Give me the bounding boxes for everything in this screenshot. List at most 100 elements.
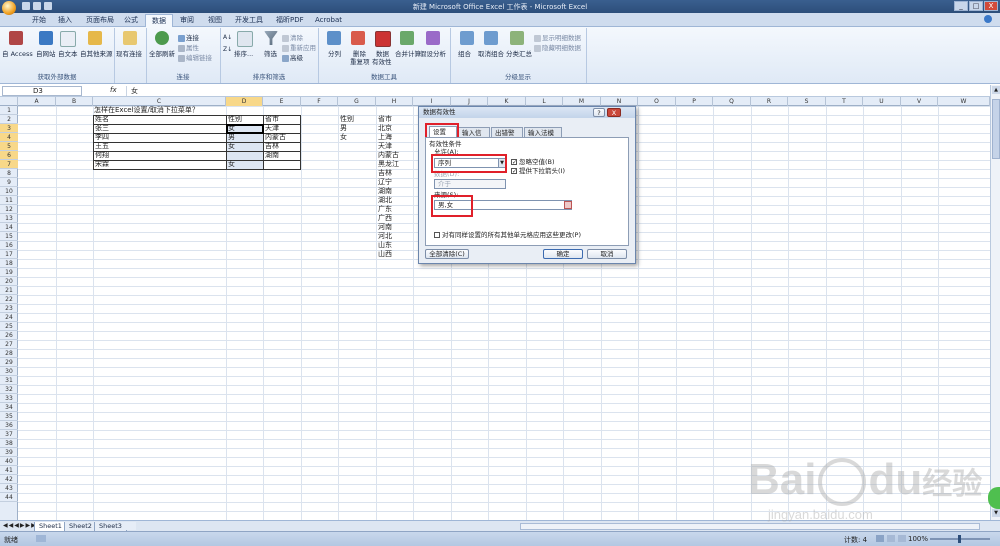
province-list-item[interactable]: 吉林: [378, 169, 392, 178]
from-web-button[interactable]: 自网站: [36, 48, 56, 58]
sheet-nav-icon[interactable]: ◀◀◀▶▶▶: [3, 522, 37, 529]
tab-page-layout[interactable]: 页面布局: [80, 14, 120, 26]
province-list-item[interactable]: 天津: [378, 142, 392, 151]
dialog-help-button[interactable]: ?: [593, 108, 605, 117]
collapse-dialog-icon[interactable]: [564, 201, 572, 209]
from-text-button[interactable]: 自文本: [58, 48, 78, 58]
table-cell[interactable]: 何翔: [95, 151, 109, 160]
dialog-tab-ime-mode[interactable]: 输入法模式: [524, 127, 562, 147]
column-header-p[interactable]: P: [676, 97, 713, 106]
row-header[interactable]: 13: [0, 214, 18, 223]
reapply-button[interactable]: 重新应用: [282, 42, 316, 52]
apply-all-checkbox[interactable]: [434, 232, 440, 238]
column-header-q[interactable]: Q: [713, 97, 751, 106]
row-header[interactable]: 41: [0, 466, 18, 475]
what-if-analysis-button[interactable]: 假设分析: [420, 48, 446, 58]
column-header-i[interactable]: I: [413, 97, 451, 106]
gender-list-item[interactable]: 男: [340, 124, 347, 133]
row-header[interactable]: 36: [0, 421, 18, 430]
row-header[interactable]: 20: [0, 277, 18, 286]
province-list-item[interactable]: 山东: [378, 241, 392, 250]
table-cell[interactable]: 王五: [95, 142, 109, 151]
province-list-item[interactable]: 山西: [378, 250, 392, 259]
row-header[interactable]: 15: [0, 232, 18, 241]
row-header[interactable]: 4: [0, 133, 18, 142]
tab-developer[interactable]: 开发工具: [229, 14, 269, 26]
row-header[interactable]: 34: [0, 403, 18, 412]
dialog-tab-error-alert[interactable]: 出错警告: [491, 127, 523, 147]
close-button[interactable]: X: [984, 1, 998, 11]
table-cell[interactable]: 男: [228, 133, 235, 142]
column-header-c[interactable]: C: [93, 97, 226, 106]
column-header-j[interactable]: J: [451, 97, 488, 106]
office-button[interactable]: [2, 1, 16, 15]
subtotal-button[interactable]: 分类汇总: [506, 48, 532, 58]
province-list-item[interactable]: 河南: [378, 223, 392, 232]
edit-links-button[interactable]: 编辑链接: [178, 52, 212, 62]
row-header[interactable]: 42: [0, 475, 18, 484]
existing-connections-button[interactable]: 现有连接: [116, 48, 142, 58]
sort-desc-icon[interactable]: Z↓: [223, 46, 232, 53]
row-header[interactable]: 22: [0, 295, 18, 304]
header-province[interactable]: 省市: [265, 115, 279, 124]
column-header-r[interactable]: R: [751, 97, 788, 106]
row-header[interactable]: 5: [0, 142, 18, 151]
column-header-s[interactable]: S: [788, 97, 826, 106]
macro-record-icon[interactable]: [36, 535, 46, 542]
page-break-view-icon[interactable]: [898, 535, 906, 542]
text-to-columns-button[interactable]: 分列: [328, 48, 341, 58]
column-header-l[interactable]: L: [526, 97, 563, 106]
row-header[interactable]: 28: [0, 349, 18, 358]
tab-foxit-pdf[interactable]: 福昕PDF: [270, 14, 310, 26]
dialog-close-button[interactable]: X: [607, 108, 621, 117]
table-cell[interactable]: 女: [228, 142, 235, 151]
table-cell[interactable]: 湖南: [265, 151, 279, 160]
table-cell[interactable]: 宋霖: [95, 160, 109, 169]
column-header-f[interactable]: F: [301, 97, 338, 106]
normal-view-icon[interactable]: [876, 535, 884, 542]
row-header[interactable]: 19: [0, 268, 18, 277]
hide-detail-button[interactable]: 隐藏明细数据: [534, 42, 581, 52]
row-header[interactable]: 32: [0, 385, 18, 394]
row-header[interactable]: 27: [0, 340, 18, 349]
zoom-slider-thumb[interactable]: [958, 535, 961, 543]
row-header[interactable]: 33: [0, 394, 18, 403]
new-sheet-icon[interactable]: [126, 522, 136, 530]
zoom-level[interactable]: 100%: [908, 535, 928, 543]
row-header[interactable]: 40: [0, 457, 18, 466]
tab-data[interactable]: 数据: [145, 14, 173, 27]
column-header-w[interactable]: W: [938, 97, 990, 106]
gender-list-item[interactable]: 女: [340, 133, 347, 142]
row-header[interactable]: 24: [0, 313, 18, 322]
column-header-a[interactable]: A: [18, 97, 56, 106]
row-header[interactable]: 1: [0, 106, 18, 115]
province-list-header[interactable]: 省市: [378, 115, 392, 124]
column-header-u[interactable]: U: [863, 97, 901, 106]
row-header[interactable]: 29: [0, 358, 18, 367]
side-widget-icon[interactable]: [988, 487, 1000, 509]
row-header[interactable]: 11: [0, 196, 18, 205]
province-list-item[interactable]: 湖南: [378, 187, 392, 196]
row-header[interactable]: 12: [0, 205, 18, 214]
province-list-item[interactable]: 内蒙古: [378, 151, 399, 160]
tab-acrobat[interactable]: Acrobat: [309, 14, 348, 26]
minimize-button[interactable]: _: [954, 1, 968, 11]
province-list-item[interactable]: 广东: [378, 205, 392, 214]
province-list-item[interactable]: 北京: [378, 124, 392, 133]
table-cell[interactable]: 张三: [95, 124, 109, 133]
row-header[interactable]: 6: [0, 151, 18, 160]
province-list-item[interactable]: 湖北: [378, 196, 392, 205]
tab-home[interactable]: 开始: [26, 14, 52, 26]
in-cell-dropdown-checkbox[interactable]: ✓: [511, 168, 517, 175]
row-header[interactable]: 31: [0, 376, 18, 385]
row-header[interactable]: 16: [0, 241, 18, 250]
advanced-filter-button[interactable]: 高级: [282, 52, 303, 62]
from-access-button[interactable]: 自 Access: [2, 48, 33, 58]
column-header-t[interactable]: T: [826, 97, 863, 106]
row-header[interactable]: 14: [0, 223, 18, 232]
active-cell[interactable]: [226, 124, 264, 134]
table-cell[interactable]: 女: [228, 160, 235, 169]
column-header-h[interactable]: H: [376, 97, 413, 106]
row-header[interactable]: 23: [0, 304, 18, 313]
sort-button[interactable]: 排序...: [234, 48, 253, 58]
